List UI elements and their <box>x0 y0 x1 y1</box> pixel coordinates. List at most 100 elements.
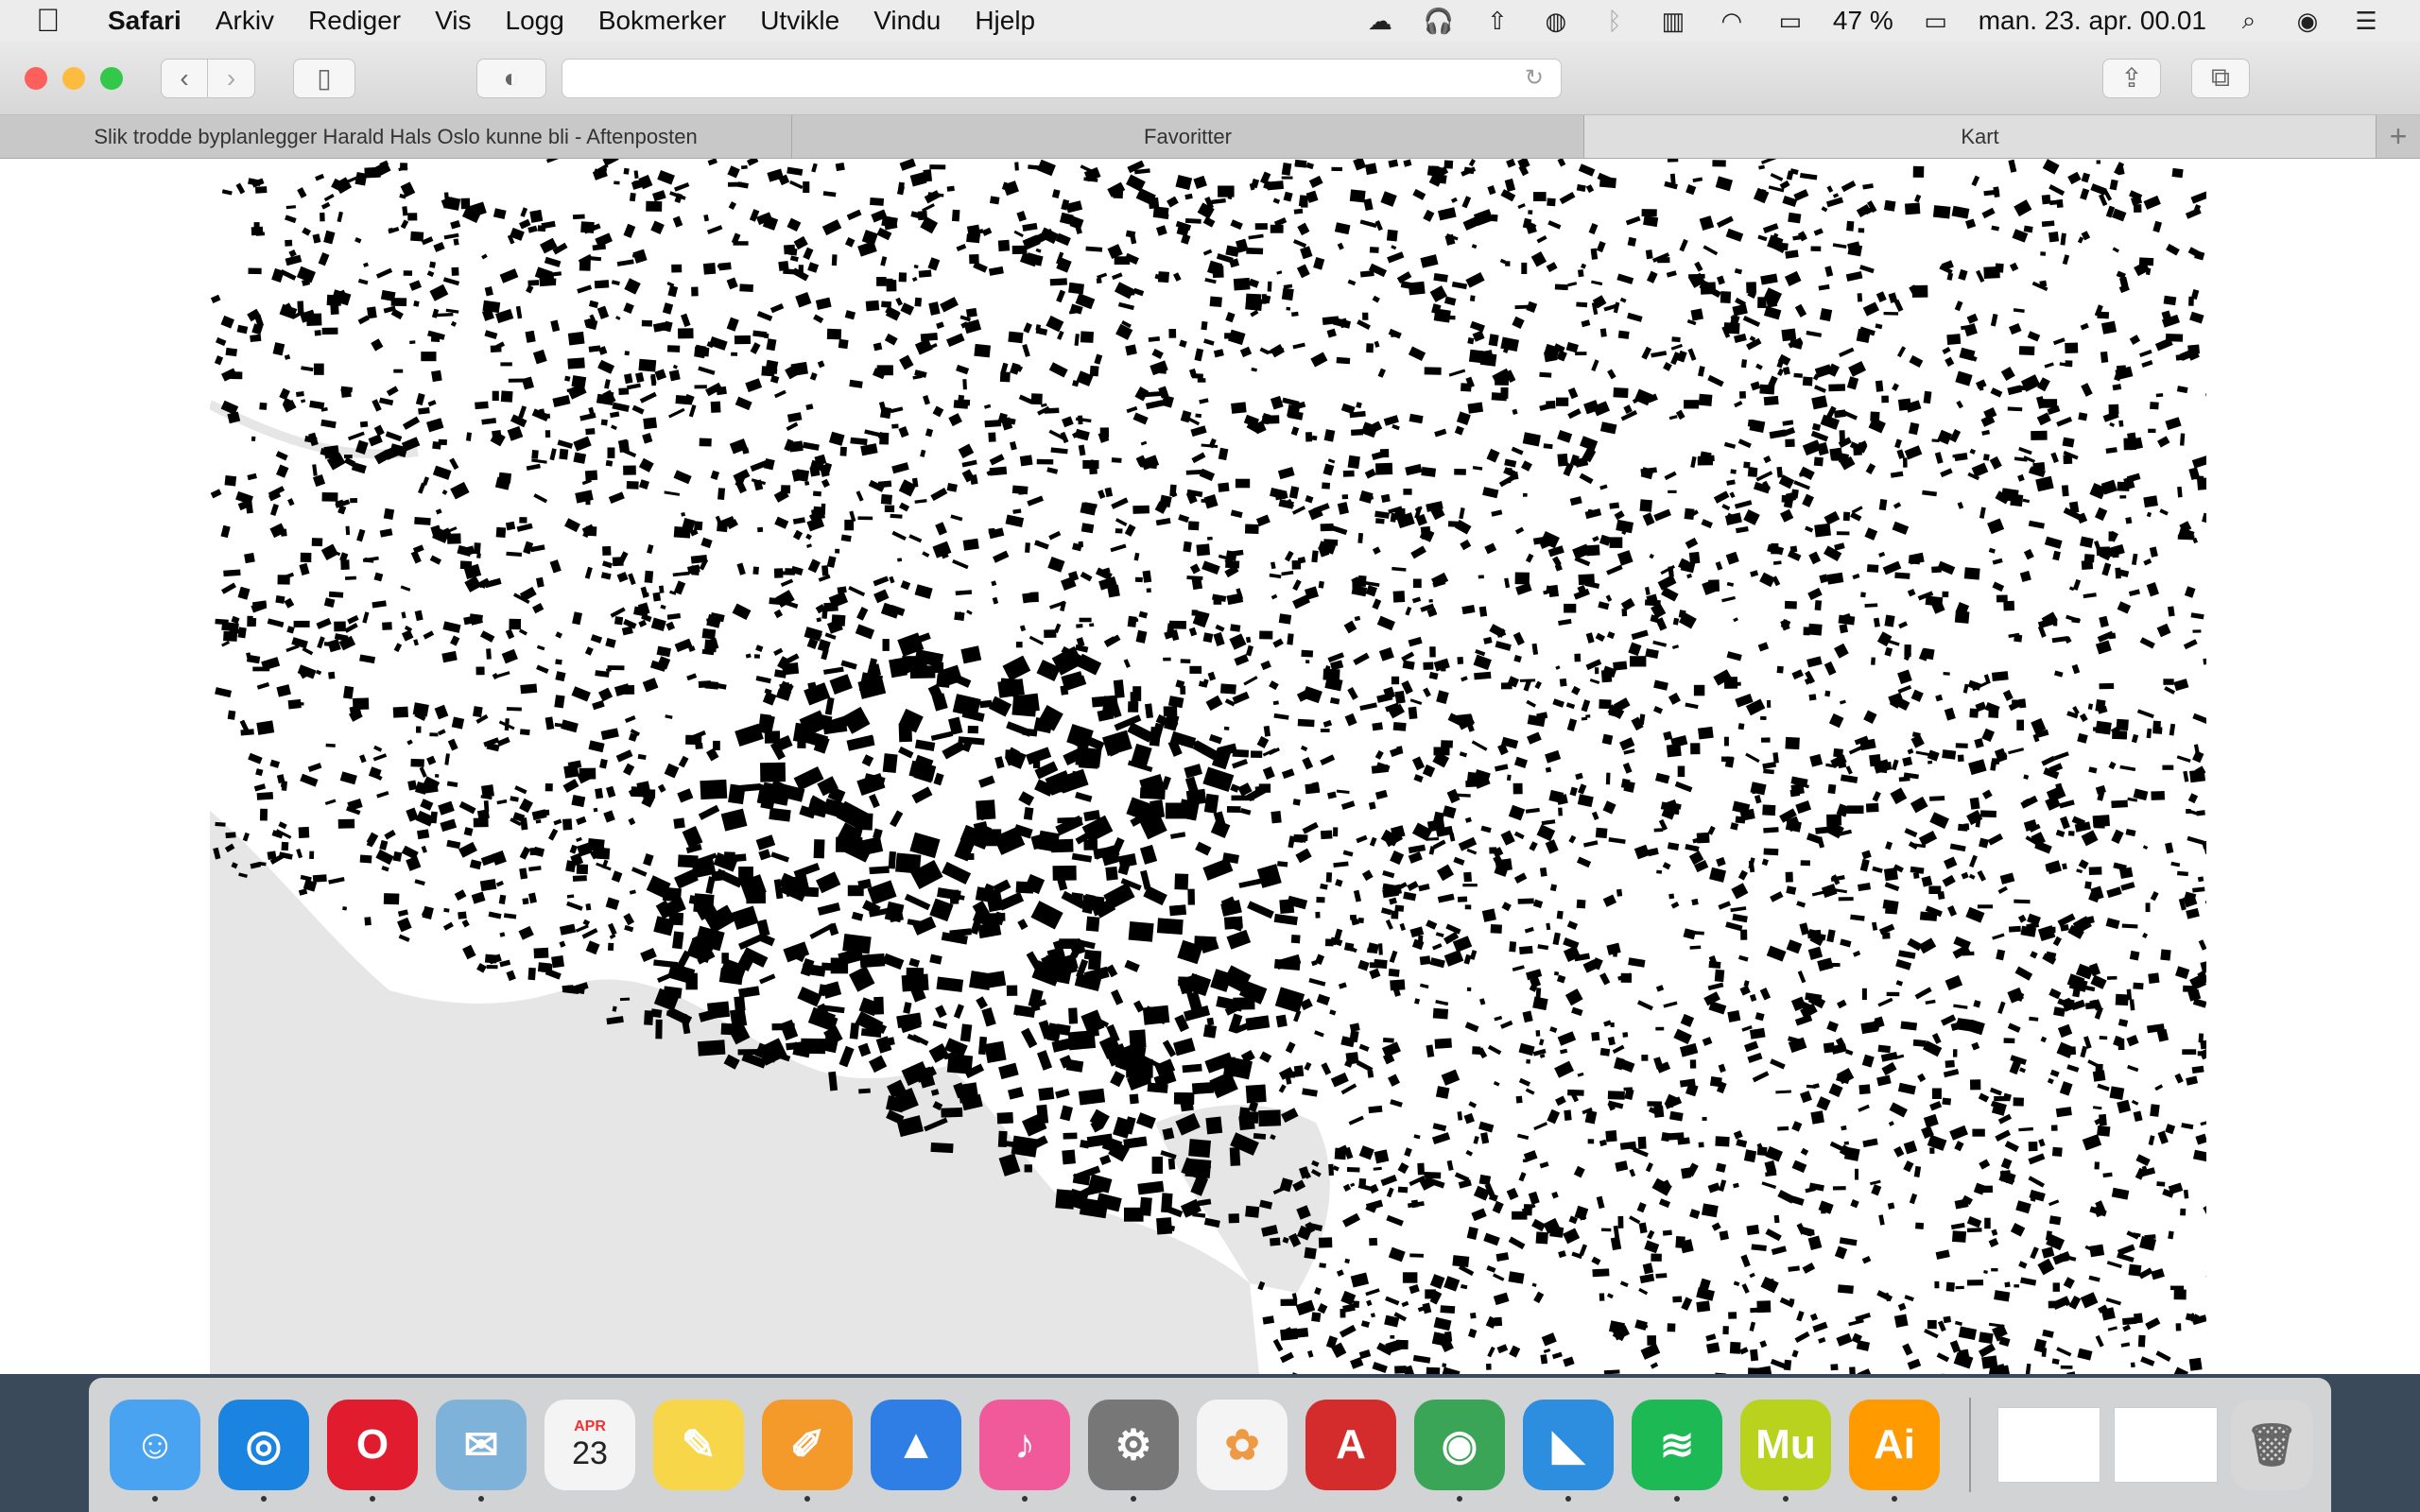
building <box>1739 390 1746 399</box>
building <box>652 592 662 602</box>
wifi-icon[interactable]: ◠ <box>1716 7 1748 35</box>
building <box>2032 462 2046 472</box>
zoom-button[interactable] <box>100 66 123 90</box>
calendar-icon[interactable]: APR 23 <box>544 1400 635 1490</box>
memory-icon[interactable]: ▥ <box>1657 7 1689 35</box>
building <box>1015 642 1023 648</box>
menu-bokmerker[interactable]: Bokmerker <box>598 6 726 36</box>
building <box>1420 525 1431 540</box>
airplay-icon[interactable]: ▭ <box>1774 7 1806 35</box>
trash-icon[interactable]: 🗑 <box>2230 1400 2314 1490</box>
app-menu[interactable]: Safari <box>108 6 182 36</box>
building <box>1729 1341 1741 1354</box>
menu-utvikle[interactable]: Utvikle <box>760 6 839 36</box>
tab-kart[interactable]: Kart <box>1584 115 2377 158</box>
spiral-icon[interactable]: ◍ <box>1540 7 1572 35</box>
sidebar-button[interactable]: ▯ <box>293 58 355 98</box>
building <box>2122 1316 2137 1326</box>
opera-icon[interactable]: O <box>327 1400 418 1502</box>
archicad-icon[interactable]: ◣ <box>1523 1400 1614 1502</box>
notification-center-icon[interactable]: ☰ <box>2350 7 2382 35</box>
building <box>1623 781 1635 793</box>
minimize-button[interactable] <box>62 66 85 90</box>
safari-icon[interactable]: ◎ <box>218 1400 309 1502</box>
keynote-icon[interactable]: ▲ <box>871 1400 961 1490</box>
building <box>618 387 630 395</box>
building <box>678 328 694 339</box>
building <box>959 1023 973 1042</box>
building <box>1491 214 1498 222</box>
headphones-icon[interactable]: 🎧 <box>1423 7 1455 35</box>
building <box>2004 1281 2011 1288</box>
chrome-icon[interactable]: ◉ <box>1414 1400 1505 1502</box>
building <box>1599 1047 1611 1057</box>
building <box>1609 537 1623 548</box>
pages-icon[interactable]: ✐ <box>762 1400 853 1502</box>
figure-ground-map[interactable] <box>210 159 2206 1374</box>
building <box>694 346 710 357</box>
building <box>1253 1133 1267 1140</box>
building <box>966 224 981 238</box>
creative-cloud-icon[interactable]: ☁ <box>1364 7 1396 35</box>
spotlight-icon[interactable]: ⌕ <box>2233 6 2265 35</box>
menu-vis[interactable]: Vis <box>435 6 471 36</box>
finder-icon[interactable]: ☺ <box>110 1400 200 1502</box>
building <box>1180 659 1191 663</box>
minimized-window-1[interactable] <box>1996 1407 2101 1483</box>
upload-cloud-icon[interactable]: ⇧ <box>1481 7 1513 35</box>
building <box>941 1107 963 1118</box>
autocad-icon[interactable]: A <box>1305 1400 1396 1490</box>
back-button[interactable]: ‹ <box>161 58 208 98</box>
illustrator-icon[interactable]: Ai <box>1849 1400 1940 1502</box>
menu-arkiv[interactable]: Arkiv <box>216 6 274 36</box>
menu-vindu[interactable]: Vindu <box>873 6 941 36</box>
building <box>1486 1363 1492 1370</box>
building <box>259 862 267 867</box>
privacy-extension-button[interactable]: ◐ <box>476 58 546 98</box>
close-button[interactable] <box>25 66 47 90</box>
menu-logg[interactable]: Logg <box>506 6 564 36</box>
spotify-icon[interactable]: ≋ <box>1632 1400 1722 1502</box>
building <box>1788 212 1802 224</box>
bluetooth-icon[interactable]: ᛒ <box>1599 7 1631 35</box>
battery-icon[interactable]: ▭ <box>1920 7 1952 35</box>
building <box>1311 1312 1322 1323</box>
apple-menu-icon[interactable]:  <box>36 3 89 40</box>
building <box>392 706 408 718</box>
building <box>522 898 529 905</box>
itunes-icon[interactable]: ♪ <box>979 1400 1070 1502</box>
photos-icon[interactable]: ✿ <box>1197 1400 1288 1490</box>
forward-button[interactable]: › <box>208 58 255 98</box>
tab-favoritter[interactable]: Favoritter <box>792 115 1584 158</box>
tab-overview-button[interactable]: ⧉ <box>2191 58 2250 98</box>
building <box>1278 613 1292 625</box>
minimized-window-2[interactable] <box>2114 1407 2218 1483</box>
tab-aftenposten[interactable]: Slik trodde byplanlegger Harald Hals Osl… <box>0 115 792 158</box>
menu-rediger[interactable]: Rediger <box>308 6 401 36</box>
building <box>334 621 346 632</box>
system-preferences-icon[interactable]: ⚙ <box>1088 1400 1179 1502</box>
building <box>1514 572 1530 585</box>
building <box>1168 328 1177 338</box>
building <box>1156 367 1167 374</box>
building <box>1515 1095 1523 1104</box>
dock-separator <box>1969 1398 1971 1492</box>
building <box>1783 243 1789 251</box>
building <box>320 212 325 222</box>
building <box>882 753 898 774</box>
siri-icon[interactable]: ◉ <box>2291 7 2324 35</box>
mail-icon[interactable]: ✉ <box>436 1400 527 1502</box>
clock[interactable]: man. 23. apr. 00.01 <box>1979 6 2206 36</box>
building <box>244 552 255 564</box>
share-button[interactable]: ⇪ <box>2102 58 2161 98</box>
building <box>1089 467 1098 474</box>
building <box>1951 1230 1967 1243</box>
address-bar[interactable]: ↻ <box>562 58 1562 98</box>
new-tab-button[interactable]: + <box>2377 115 2420 158</box>
building <box>1750 1349 1759 1362</box>
reload-icon[interactable]: ↻ <box>1525 64 1544 92</box>
menu-hjelp[interactable]: Hjelp <box>975 6 1035 36</box>
url-input[interactable] <box>579 64 1525 92</box>
notes-icon[interactable]: ✎ <box>653 1400 744 1490</box>
muse-icon[interactable]: Mu <box>1740 1400 1831 1502</box>
